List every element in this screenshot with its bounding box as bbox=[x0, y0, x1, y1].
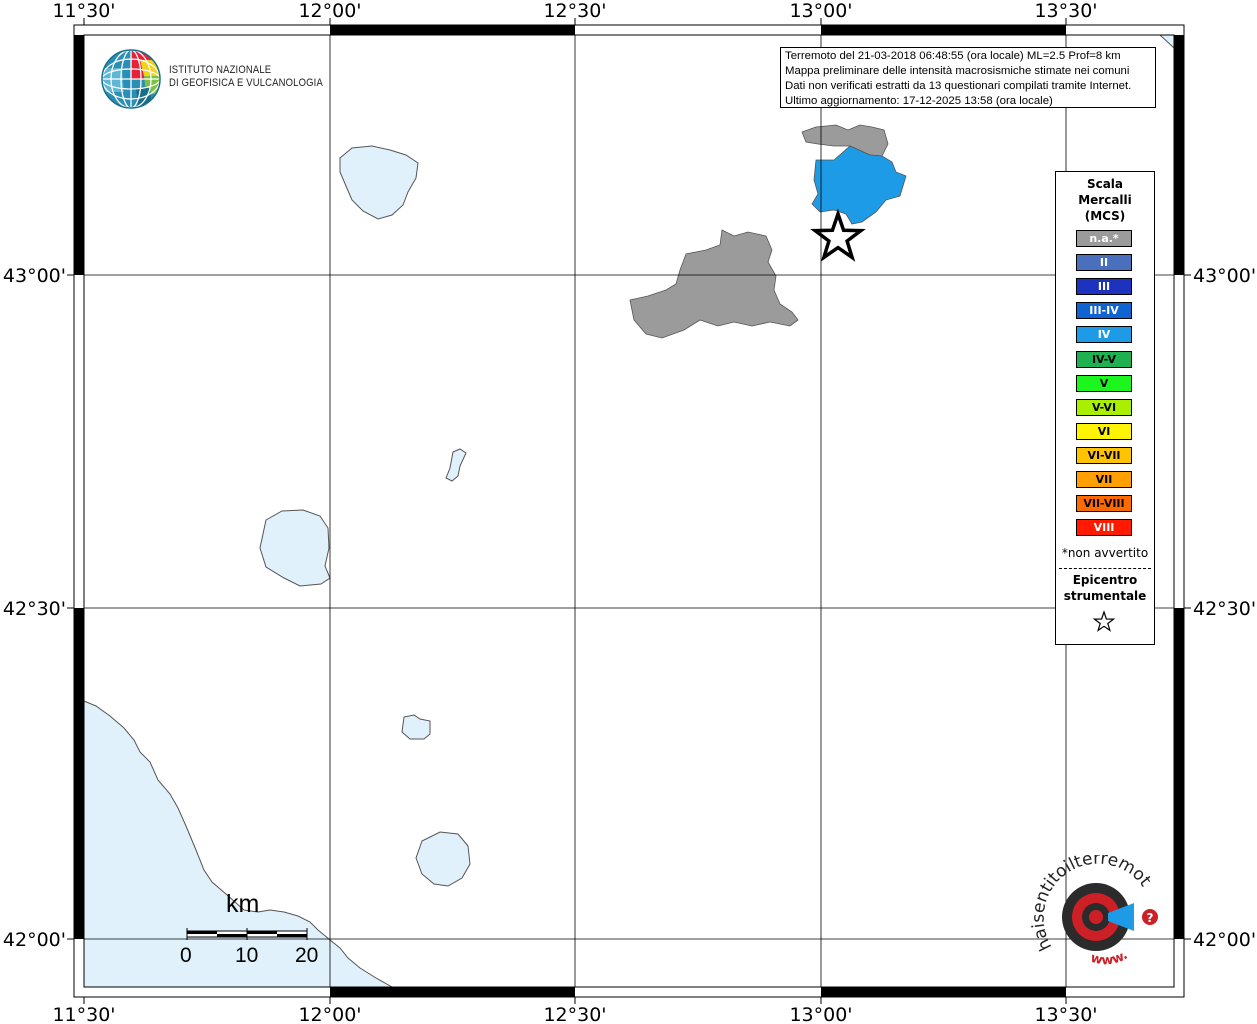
scale-label-20: 20 bbox=[295, 944, 319, 967]
ingv-name-line: DI GEOFISICA E VULCANOLOGIA bbox=[169, 77, 323, 89]
lon-label-top-5: 13°30' bbox=[1034, 0, 1097, 22]
lon-label-bottom-2: 12°00' bbox=[298, 1004, 361, 1024]
ingv-logo: ISTITUTO NAZIONALE DI GEOFISICA E VULCAN… bbox=[100, 47, 323, 111]
legend-class-swatch: IV bbox=[1076, 326, 1132, 344]
map-area bbox=[84, 35, 1174, 987]
lat-label-right-1: 43°00' bbox=[1193, 265, 1256, 287]
haisentito-icon: ? haisentitoilterremoto.it www. bbox=[1025, 840, 1158, 968]
scale-label-0: 0 bbox=[180, 944, 192, 967]
event-info-box: Terremoto del 21-03-2018 06:48:55 (ora l… bbox=[780, 47, 1156, 108]
star-outline-icon bbox=[1092, 610, 1116, 632]
legend-class-swatch: VIII bbox=[1076, 519, 1132, 537]
lat-label-left-3: 42°00' bbox=[3, 929, 66, 951]
legend-epicenter-label: Epicentro strumentale bbox=[1056, 572, 1154, 604]
event-info-line: Dati non verificati estratti da 13 quest… bbox=[785, 80, 1132, 92]
haisentito-logo: ? haisentitoilterremoto.it www. bbox=[1025, 840, 1170, 980]
legend-class-swatch: III-IV bbox=[1076, 302, 1132, 320]
lon-label-top-2: 12°00' bbox=[298, 0, 361, 22]
legend-class-swatch: VII bbox=[1076, 471, 1132, 488]
question-mark: ? bbox=[1147, 911, 1154, 925]
legend-class-swatch: V bbox=[1076, 374, 1132, 392]
globe-icon bbox=[101, 49, 161, 109]
lat-label-left-2: 42°30' bbox=[3, 598, 66, 620]
legend-title-line: Scala bbox=[1086, 177, 1124, 191]
event-info-line: Mappa preliminare delle intensità macros… bbox=[785, 65, 1130, 77]
lat-label-right-3: 42°00' bbox=[1193, 929, 1256, 951]
legend-title-line: Mercalli bbox=[1078, 193, 1132, 207]
lon-label-bottom-3: 12°30' bbox=[543, 1004, 606, 1024]
legend-class-swatch: VI-VII bbox=[1076, 446, 1132, 464]
legend-title-line: (MCS) bbox=[1084, 209, 1126, 223]
ingv-name-line: ISTITUTO NAZIONALE bbox=[169, 64, 272, 76]
event-info-line: Ultimo aggiornamento: 17-12-2025 13:58 (… bbox=[785, 95, 1053, 107]
legend-class-swatch: II bbox=[1076, 254, 1132, 272]
event-info-line: Terremoto del 21-03-2018 06:48:55 (ora l… bbox=[785, 50, 1121, 62]
ingv-name: ISTITUTO NAZIONALE DI GEOFISICA E VULCAN… bbox=[169, 64, 323, 90]
lon-label-top-3: 12°30' bbox=[543, 0, 606, 22]
lat-label-left-1: 43°00' bbox=[3, 265, 66, 287]
legend-divider bbox=[1059, 568, 1151, 569]
scale-label-10: 10 bbox=[235, 944, 259, 967]
lat-label-right-2: 42°30' bbox=[1193, 598, 1256, 620]
lon-label-bottom-5: 13°30' bbox=[1034, 1004, 1097, 1024]
legend-title: Scala Mercalli (MCS) bbox=[1056, 176, 1154, 224]
scale-unit: km bbox=[226, 890, 260, 918]
legend-class-swatch: n.a.* bbox=[1076, 230, 1132, 247]
legend-class-swatch: VII-VIII bbox=[1076, 495, 1132, 513]
legend-class-swatch: V-VI bbox=[1076, 398, 1132, 416]
lon-label-bottom-1: 11°30' bbox=[52, 1004, 115, 1024]
legend-epicenter-line: strumentale bbox=[1063, 589, 1147, 603]
lon-label-top-1: 11°30' bbox=[52, 0, 115, 22]
legend-epicenter-line: Epicentro bbox=[1072, 573, 1138, 587]
mcs-legend: Scala Mercalli (MCS) n.a.* II III III-IV IV I… bbox=[1055, 171, 1155, 645]
lon-label-top-4: 13°00' bbox=[789, 0, 852, 22]
legend-class-swatch: VI bbox=[1076, 422, 1132, 440]
legend-class-swatch: IV-V bbox=[1076, 350, 1132, 368]
legend-note: *non avvertito bbox=[1061, 546, 1149, 560]
legend-class-swatch: III bbox=[1076, 278, 1132, 296]
lon-label-bottom-4: 13°00' bbox=[789, 1004, 852, 1024]
